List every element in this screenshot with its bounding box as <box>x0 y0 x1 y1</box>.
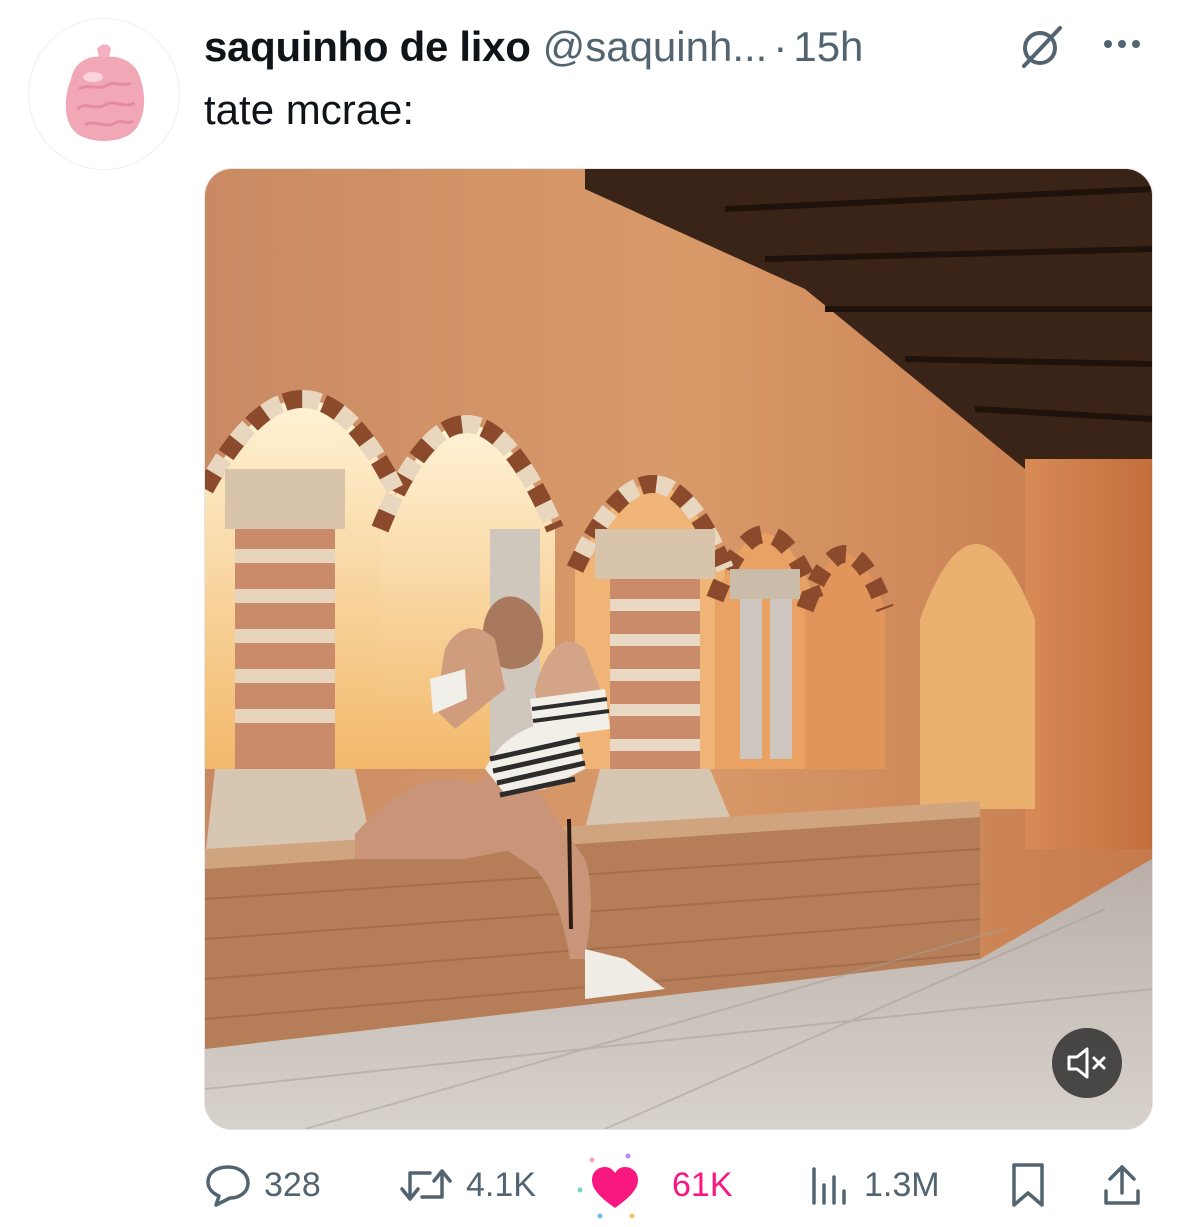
like-count: 61K <box>672 1165 733 1204</box>
reply-bubble-icon <box>206 1165 250 1207</box>
share-button[interactable] <box>1100 1150 1144 1220</box>
display-name[interactable]: saquinho de lixo <box>204 23 531 71</box>
share-icon <box>1104 1165 1140 1205</box>
heart-icon <box>577 1153 638 1219</box>
reply-count: 328 <box>264 1165 321 1204</box>
tweet-text: tate mcrae: <box>204 86 415 133</box>
bookmark-button[interactable] <box>1008 1150 1048 1220</box>
timestamp[interactable]: 15h <box>793 23 863 71</box>
retweet-count: 4.1K <box>466 1165 536 1204</box>
mute-toggle-button[interactable] <box>1052 1028 1122 1098</box>
views-button[interactable]: 1.3M <box>808 1150 940 1220</box>
views-bars-icon <box>812 1167 846 1205</box>
tweet-video[interactable] <box>204 168 1153 1130</box>
more-options-icon[interactable] <box>1098 24 1146 64</box>
tweet-actions-bar: 328 4.1K 61K 1.3M <box>0 1150 1179 1220</box>
grok-icon[interactable] <box>1018 22 1066 70</box>
like-button[interactable]: 61K <box>570 1150 733 1220</box>
view-count: 1.3M <box>864 1165 940 1204</box>
reply-button[interactable]: 328 <box>204 1150 321 1220</box>
avatar[interactable] <box>28 18 180 170</box>
retweet-button[interactable]: 4.1K <box>398 1150 536 1220</box>
retweet-icon <box>400 1169 452 1201</box>
user-handle[interactable]: @saquinh... <box>543 23 768 71</box>
video-frame <box>205 169 1152 1129</box>
volume-muted-icon <box>1067 1047 1106 1079</box>
separator-dot: · <box>773 23 788 70</box>
bookmark-icon <box>1012 1163 1044 1207</box>
pink-trash-bag-avatar-icon <box>65 44 145 141</box>
tweet-header: saquinho de lixo @saquinh... · 15h <box>204 22 1149 72</box>
